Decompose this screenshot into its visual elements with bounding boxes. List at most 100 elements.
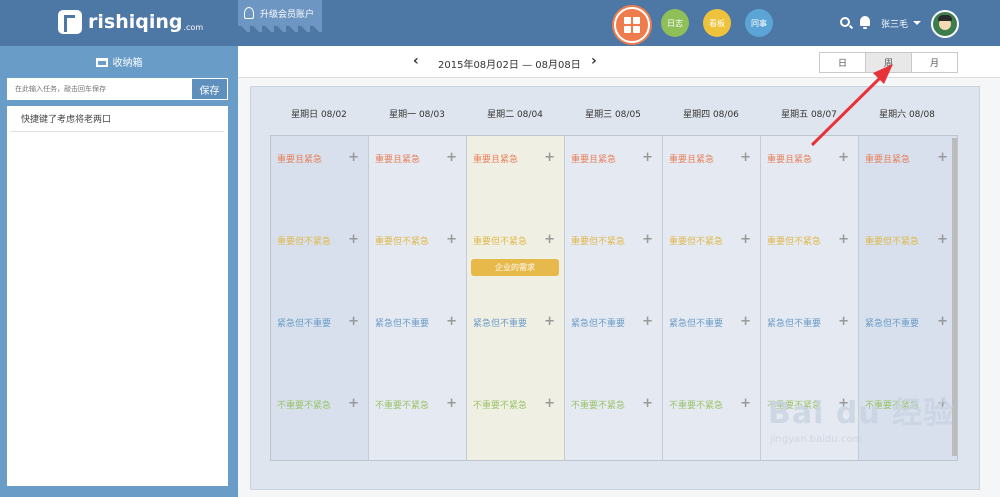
quadrant-label: 重要且紧急 [375,155,421,165]
task-chip[interactable]: 企业的需求 [471,259,559,276]
inbox-sidebar: 收纳箱 保存 快捷键了考虑将老两口 [0,46,238,497]
quadrant-label: 紧急但不重要 [375,319,430,329]
date-range-bar: ‹ 2015年08月02日 — 08月08日 › 日 周 月 [238,46,1000,78]
nav-board-button[interactable]: 看板 [703,9,731,37]
save-button[interactable]: 保存 [191,78,228,100]
view-week-button[interactable]: 周 [865,52,912,73]
day-header-tue: 星期二 08/04 [487,110,543,120]
day-header-mon: 星期一 08/03 [389,110,445,120]
quadrant-label: 重要但不紧急 [767,237,822,247]
quadrant-label: 不重要不紧急 [669,401,724,411]
day-column: 重要且紧急 + 重要但不紧急 + 紧急但不重要 + 不重要不紧急 + [663,136,761,460]
inbox-title-text: 收纳箱 [112,58,143,69]
quadrant-label: 重要但不紧急 [571,237,626,247]
quadrant-label: 不重要不紧急 [571,401,626,411]
quadrant-label: 重要且紧急 [571,155,617,165]
day-header-fri: 星期五 08/07 [781,110,837,120]
quadrant-label: 重要但不紧急 [865,237,920,247]
watermark-brand: Bai du 经验 [768,396,955,431]
logo-icon [58,10,82,34]
add-task-plus-icon[interactable]: + [544,151,555,164]
day-header-thu: 星期四 08/06 [683,110,739,120]
quadrant-label: 重要但不紧急 [375,237,430,247]
quadrant-label: 重要但不紧急 [669,237,724,247]
add-task-plus-icon[interactable]: + [446,397,457,410]
add-task-plus-icon[interactable]: + [740,151,751,164]
day-header-wed: 星期三 08/05 [585,110,641,120]
view-month-button[interactable]: 月 [911,52,958,73]
bell-icon[interactable] [860,16,870,29]
add-task-plus-icon[interactable]: + [642,315,653,328]
chevron-left-icon[interactable]: ‹ [413,53,419,69]
add-task-plus-icon[interactable]: + [544,315,555,328]
add-task-plus-icon[interactable]: + [348,397,359,410]
inbox-title: 收纳箱 [0,54,238,69]
medal-icon [244,7,254,19]
add-task-plus-icon[interactable]: + [544,397,555,410]
add-task-plus-icon[interactable]: + [838,315,849,328]
day-header-sun: 星期日 08/02 [291,110,347,120]
username[interactable]: 张三毛 [881,17,908,30]
quadrant-label: 紧急但不重要 [571,319,626,329]
add-task-plus-icon[interactable]: + [642,233,653,246]
day-column: 重要且紧急 + 重要但不紧急 + 紧急但不重要 + 不重要不紧急 + [565,136,663,460]
day-column: 重要且紧急 + 重要但不紧急 + 紧急但不重要 + 不重要不紧急 + [369,136,467,460]
inbox-icon [95,58,108,67]
quadrant-label: 重要且紧急 [767,155,813,165]
inbox-task-input[interactable] [7,78,192,100]
view-switcher: 日 周 月 [819,52,958,73]
logo[interactable]: rishiqing .com [58,10,203,34]
add-task-plus-icon[interactable]: + [348,151,359,164]
day-column: 企业的需求 重要且紧急 + 重要但不紧急 + 紧急但不重要 + 不重要不紧急 + [467,136,565,460]
quadrant-label: 不重要不紧急 [473,401,528,411]
add-task-plus-icon[interactable]: + [642,397,653,410]
avatar[interactable] [931,10,959,38]
upgrade-label: 升级会员账户 [260,9,315,20]
nav-colleagues-button[interactable]: 同事 [745,9,773,37]
top-navbar: rishiqing .com 升级会员账户 日志 看板 同事 张三毛 [0,0,1000,46]
quadrant-label: 不重要不紧急 [375,401,430,411]
quadrant-label: 紧急但不重要 [669,319,724,329]
grid-icon [624,17,640,33]
add-task-plus-icon[interactable]: + [446,233,457,246]
add-task-plus-icon[interactable]: + [740,397,751,410]
quadrant-label: 不重要不紧急 [277,401,332,411]
chevron-down-icon[interactable] [913,21,921,25]
logo-suffix: .com [183,23,204,32]
quadrant-label: 重要但不紧急 [277,237,332,247]
day-header-sat: 星期六 08/08 [879,110,935,120]
day-column: 重要且紧急 + 重要但不紧急 + 紧急但不重要 + 不重要不紧急 + [271,136,369,460]
quadrant-label: 重要且紧急 [277,155,323,165]
watermark: Bai du 经验 jingyan.baidu.com [768,388,954,445]
list-item[interactable]: 快捷键了考虑将老两口 [11,106,224,132]
view-day-button[interactable]: 日 [819,52,866,73]
inbox-list: 快捷键了考虑将老两口 [7,106,228,486]
quadrant-label: 重要但不紧急 [473,237,528,247]
upgrade-account-ribbon[interactable]: 升级会员账户 [238,0,322,26]
add-task-plus-icon[interactable]: + [937,151,948,164]
nav-log-button[interactable]: 日志 [661,9,689,37]
chevron-right-icon[interactable]: › [591,53,597,69]
quadrant-label: 重要且紧急 [865,155,911,165]
quadrant-label: 重要且紧急 [669,155,715,165]
quadrant-label: 紧急但不重要 [277,319,332,329]
add-task-plus-icon[interactable]: + [838,233,849,246]
quadrant-label: 重要且紧急 [473,155,519,165]
quadrant-label: 紧急但不重要 [767,319,822,329]
add-task-plus-icon[interactable]: + [642,151,653,164]
add-task-plus-icon[interactable]: + [348,233,359,246]
add-task-plus-icon[interactable]: + [937,233,948,246]
add-task-plus-icon[interactable]: + [348,315,359,328]
date-range-label: 2015年08月02日 — 08月08日 [438,60,581,71]
quadrant-label: 紧急但不重要 [865,319,920,329]
nav-home-button[interactable] [614,7,650,43]
add-task-plus-icon[interactable]: + [544,233,555,246]
search-icon[interactable] [840,17,850,27]
add-task-plus-icon[interactable]: + [838,151,849,164]
add-task-plus-icon[interactable]: + [740,233,751,246]
quadrant-label: 紧急但不重要 [473,319,528,329]
add-task-plus-icon[interactable]: + [740,315,751,328]
add-task-plus-icon[interactable]: + [446,151,457,164]
add-task-plus-icon[interactable]: + [446,315,457,328]
add-task-plus-icon[interactable]: + [937,315,948,328]
